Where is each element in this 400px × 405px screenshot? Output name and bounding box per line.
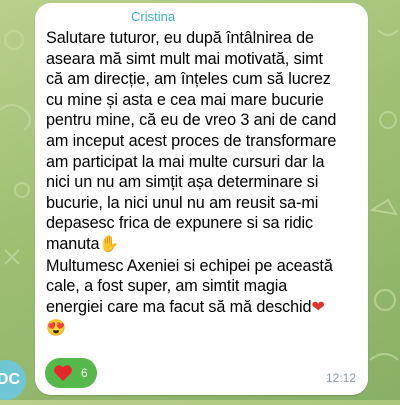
message-line-emoji: 😍 xyxy=(46,318,356,340)
red-heart-emoji: ❤ xyxy=(311,298,325,316)
message-line: aseara mă simt mult mai motivată, simt xyxy=(46,49,323,68)
message-line: nici un nu am simțit așa determinare si xyxy=(46,173,319,192)
message-line: am participat la mai multe cursuri dar l… xyxy=(46,152,325,171)
heart-eyes-emoji: 😍 xyxy=(46,320,66,338)
message-line: cale, a fost super, am simtit magia xyxy=(46,277,288,296)
message-text: Salutare tuturor, eu după întâlnirea de … xyxy=(46,28,356,340)
message-line-with-emoji: manuta✋ xyxy=(46,234,356,256)
message-time: 12:12 xyxy=(325,371,356,385)
raised-hand-emoji: ✋ xyxy=(99,235,120,253)
message-line: am inceput acest proces de transformare xyxy=(46,131,337,150)
message-line-with-emoji: energiei care ma facut să mă deschid❤ xyxy=(46,297,356,319)
heart-icon xyxy=(54,365,72,381)
message-bubble[interactable]: Cristina Salutare tuturor, eu după întâl… xyxy=(35,3,368,395)
message-line: pentru mine, că eu de vreo 3 ani de cand xyxy=(46,111,337,130)
message-line: Multumesc Axeniei si echipei pe această xyxy=(46,256,333,275)
message-line: Salutare tuturor, eu după întâlnirea de xyxy=(46,29,314,47)
message-line: depasesc frica de expunere si sa ridic xyxy=(46,214,314,233)
sender-name[interactable]: Cristina xyxy=(131,9,356,25)
message-line: că am direcție, am înțeles cum să lucrez xyxy=(46,70,331,89)
message-line: energiei care ma facut să mă deschid xyxy=(46,297,312,316)
message-line: cu mine și asta e cea mai mare bucurie xyxy=(46,90,324,109)
reaction-chip[interactable]: 6 xyxy=(45,358,97,388)
message-line: bucurie, la nici unul nu am reusit sa-mi xyxy=(46,193,319,212)
message-line: manuta xyxy=(46,234,100,253)
reaction-count: 6 xyxy=(81,366,88,380)
avatar-initials: DC xyxy=(0,371,20,388)
